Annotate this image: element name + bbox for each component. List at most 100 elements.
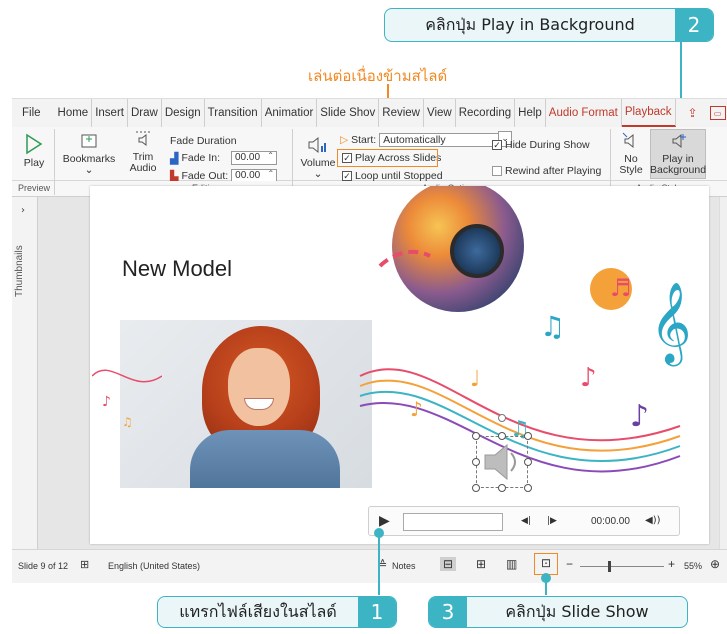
tab-design[interactable]: Design [162, 99, 205, 127]
thumbnails-pane[interactable]: › Thumbnails [12, 197, 38, 549]
hide-label: Hide During Show [505, 139, 590, 151]
jacket-shape [190, 430, 340, 488]
tab-draw[interactable]: Draw [128, 99, 162, 127]
rewind-after-playing-checkbox[interactable]: Rewind after Playing [492, 165, 601, 177]
svg-text:♪: ♪ [102, 394, 111, 410]
tab-home[interactable]: Home [55, 99, 93, 127]
play-label: Play [23, 157, 45, 169]
volume-button[interactable]: Volume ⌄ [298, 135, 338, 180]
zoom-level[interactable]: 55% [684, 561, 702, 571]
fade-duration-label: Fade Duration [170, 135, 237, 147]
left-notes-decoration: ♪ ♫ [92, 369, 162, 429]
start-select[interactable]: Automatically [379, 131, 513, 147]
zoom-slider[interactable] [580, 566, 664, 567]
leader-line-1 [378, 533, 380, 595]
tab-playback[interactable]: Playback [621, 99, 676, 127]
resize-handle[interactable] [524, 458, 532, 466]
play-icon [26, 133, 43, 155]
no-style-icon [622, 132, 634, 149]
resize-handle[interactable] [472, 484, 480, 492]
resize-handle[interactable] [472, 432, 480, 440]
no-style-label-2: Style [619, 164, 643, 176]
svg-text:♫: ♫ [540, 310, 565, 343]
tab-review[interactable]: Review [379, 99, 424, 127]
language-label[interactable]: English (United States) [108, 561, 200, 571]
fade-in-label: Fade In: [181, 152, 220, 164]
status-bar: Slide 9 of 12 ⊞ English (United States) … [12, 549, 727, 583]
slide-counter: Slide 9 of 12 [18, 561, 69, 571]
slide-show-icon[interactable]: ⊡ [534, 553, 558, 575]
svg-text:♪: ♪ [630, 399, 649, 434]
leader-line-3 [545, 578, 547, 595]
tab-insert[interactable]: Insert [92, 99, 128, 127]
svg-text:𝄞: 𝄞 [650, 281, 691, 366]
loop-check-icon: ✓ [342, 171, 352, 181]
start-row: ▷ Start: Automatically [340, 131, 513, 147]
share-icon[interactable]: ⇪ [682, 103, 704, 123]
resize-handle[interactable] [498, 484, 506, 492]
play-button[interactable]: Play [20, 133, 48, 169]
tab-view[interactable]: View [424, 99, 456, 127]
slide-canvas[interactable]: New Model ♫ ♪ ♩ ♬ ♪ ♫ ♪ 𝄞 ♪ ♫ ▶ ◀| |▶ 00… [90, 186, 709, 544]
no-style-button[interactable]: No Style [616, 131, 646, 176]
bookmark-icon [81, 134, 97, 148]
player-progress-track[interactable] [403, 513, 503, 531]
svg-text:♩: ♩ [470, 367, 480, 392]
fade-in-row: ▟ Fade In: 00.00 [170, 150, 277, 165]
tab-audio-format[interactable]: Audio Format [546, 99, 622, 127]
start-label: Start: [351, 134, 377, 146]
group-preview: Preview [18, 183, 51, 193]
menu-bar: File Home Insert Draw Design Transition … [12, 99, 727, 127]
svg-text:♪: ♪ [410, 397, 423, 421]
spell-check-icon[interactable]: ⊞ [80, 558, 89, 571]
resize-handle[interactable] [472, 458, 480, 466]
slide-title[interactable]: New Model [122, 256, 232, 282]
skip-forward-icon[interactable]: |▶ [547, 516, 557, 526]
zoom-out-icon[interactable]: − [566, 557, 573, 571]
bookmarks-button[interactable]: Bookmarks ⌄ [62, 133, 116, 176]
play-in-background-button[interactable]: Play in Background [650, 131, 706, 176]
callout-step-3-text: คลิกปุ่ม Slide Show [505, 601, 649, 621]
tab-recording[interactable]: Recording [456, 99, 516, 127]
resize-handle[interactable] [498, 432, 506, 440]
zoom-in-icon[interactable]: + [668, 557, 675, 571]
group-separator [54, 129, 55, 195]
player-volume-icon[interactable]: ◀)) [645, 515, 661, 526]
hide-during-show-checkbox[interactable]: ✓ Hide During Show [492, 139, 590, 151]
face-shape [228, 348, 290, 426]
slide-sorter-icon[interactable]: ⊞ [476, 557, 486, 571]
rewind-check-icon [492, 166, 502, 176]
callout-step-1: แทรกไฟล์เสียงในสไลด์ 1 [157, 596, 397, 628]
fit-slide-icon[interactable]: ⊕ [710, 557, 720, 571]
audio-object[interactable] [476, 436, 528, 488]
reading-view-icon[interactable]: ▥ [506, 557, 517, 571]
tab-file[interactable]: File [12, 99, 55, 127]
trim-audio-icon [136, 131, 150, 146]
tab-slide-show[interactable]: Slide Shov [317, 99, 380, 127]
fade-in-input[interactable]: 00.00 [231, 150, 277, 165]
svg-text:♬: ♬ [610, 274, 632, 302]
audio-player-bar: ▶ ◀| |▶ 00:00.00 ◀)) [368, 506, 680, 536]
trim-label-2: Audio [129, 162, 157, 174]
comments-icon[interactable]: ▭ [709, 106, 726, 120]
player-play-icon[interactable]: ▶ [379, 513, 390, 529]
bookmarks-chevron-icon: ⌄ [84, 164, 94, 176]
tab-transition[interactable]: Transition [205, 99, 262, 127]
trim-audio-button[interactable]: Trim Audio [126, 129, 160, 174]
callout-step-2: คลิกปุ่ม Play in Background 2 [384, 8, 714, 42]
vertical-scrollbar[interactable] [719, 197, 727, 549]
callout-step-3: คลิกปุ่ม Slide Show 3 [428, 596, 688, 628]
rotate-handle[interactable] [498, 414, 506, 422]
volume-icon [308, 136, 326, 154]
play-in-background-icon [672, 133, 686, 149]
zoom-slider-thumb[interactable] [608, 561, 611, 572]
notes-button[interactable]: Notes [392, 561, 416, 571]
rewind-label: Rewind after Playing [505, 165, 602, 177]
normal-view-icon[interactable]: ⊟ [440, 557, 457, 571]
tab-animation[interactable]: Animatior [262, 99, 318, 127]
resize-handle[interactable] [524, 484, 532, 492]
tab-help[interactable]: Help [515, 99, 546, 127]
resize-handle[interactable] [524, 432, 532, 440]
chevron-right-icon[interactable]: › [21, 205, 25, 216]
skip-back-icon[interactable]: ◀| [521, 516, 531, 526]
